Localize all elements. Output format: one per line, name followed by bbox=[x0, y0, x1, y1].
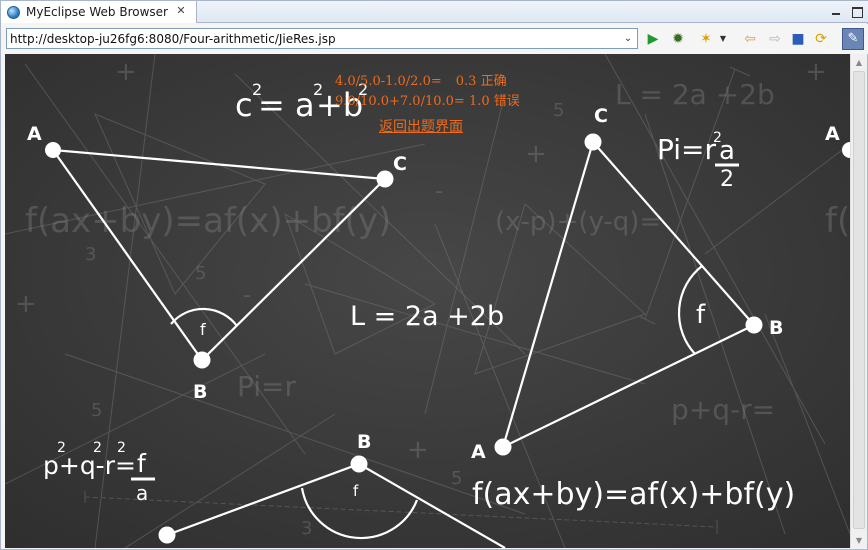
results-list: 4.0/5.0-1.0/2.0= 0.3 正确 9.0/10.0+7.0/10.0… bbox=[335, 72, 535, 112]
bg-digit: 5 bbox=[553, 100, 564, 121]
bg-formula-f: f(ax+by)=af(x)+bf(y) bbox=[25, 201, 391, 241]
formula-f: f(ax+by)=af(x)+bf(y) bbox=[472, 477, 795, 512]
favorite-dropdown-icon[interactable]: ▼ bbox=[718, 30, 728, 48]
tab-web-browser[interactable]: MyEclipse Web Browser ✕ bbox=[1, 1, 197, 23]
maximize-icon[interactable] bbox=[849, 3, 865, 19]
vertical-scrollbar[interactable]: ▲ ▼ bbox=[850, 54, 867, 548]
bg-digit: 5 bbox=[195, 263, 206, 284]
bg-plus: + bbox=[805, 57, 827, 87]
bg-digit: 5 bbox=[91, 400, 102, 421]
bg-minus: - bbox=[243, 283, 251, 308]
result-verdict: 正确 bbox=[480, 74, 507, 89]
vertex-label: A bbox=[471, 441, 486, 463]
formula-c-eq: = a bbox=[258, 86, 315, 124]
bg-plus: + bbox=[15, 289, 37, 319]
formula-L: L = 2a +2b bbox=[350, 301, 504, 332]
back-icon[interactable]: ⇦ bbox=[741, 30, 759, 48]
bg-plus: + bbox=[407, 435, 429, 465]
bg-digit: 5 bbox=[451, 468, 462, 489]
vertex-label: B bbox=[769, 317, 783, 339]
result-verdict: 错误 bbox=[493, 94, 520, 109]
result-expression: 9.0/10.0+7.0/10.0= bbox=[335, 94, 465, 109]
bg-plus: + bbox=[525, 139, 547, 169]
globe-icon bbox=[7, 5, 20, 19]
scroll-thumb[interactable] bbox=[853, 71, 865, 529]
close-icon[interactable]: ✕ bbox=[175, 5, 187, 17]
formula-exp: 2 bbox=[93, 440, 102, 456]
url-dropdown-icon[interactable]: ⌄ bbox=[619, 29, 637, 48]
tab-bar: MyEclipse Web Browser ✕ bbox=[1, 1, 868, 23]
bg-formula-pi: Pi=r bbox=[237, 370, 297, 403]
bg-formula-f-edge: f(ax+by)=af(x)+bf(y) bbox=[825, 201, 850, 241]
vertex-label: A bbox=[825, 123, 840, 145]
vertex-label: C bbox=[594, 105, 608, 127]
scroll-up-icon[interactable]: ▲ bbox=[851, 54, 867, 70]
scroll-down-icon[interactable]: ▼ bbox=[851, 532, 867, 548]
vertex-label: C bbox=[393, 153, 407, 175]
result-answer: 0.3 bbox=[455, 74, 477, 89]
angle-label: f bbox=[200, 320, 206, 339]
url-combo[interactable]: ⌄ bbox=[6, 28, 638, 49]
run-icon[interactable]: ▶ bbox=[644, 30, 662, 48]
result-answer: 1.0 bbox=[468, 94, 490, 109]
debug-icon[interactable]: ✹ bbox=[669, 30, 687, 48]
favorite-icon[interactable]: ✶ bbox=[697, 30, 715, 48]
vertex-label: B bbox=[357, 431, 371, 453]
vertex-label: A bbox=[27, 123, 42, 145]
formula-pi-num: a bbox=[719, 136, 735, 166]
bg-digit: 3 bbox=[301, 518, 312, 539]
bg-formula-pqr: p+q-r= bbox=[671, 393, 775, 426]
result-line: 9.0/10.0+7.0/10.0= 1.0 错误 bbox=[335, 92, 535, 112]
angle-label: f bbox=[696, 300, 706, 330]
refresh-icon[interactable]: ⟳ bbox=[812, 30, 830, 48]
formula-pqr-den: a bbox=[136, 481, 148, 505]
stop-icon[interactable]: ■ bbox=[789, 30, 807, 48]
back-to-quiz-link[interactable]: 返回出题界面 bbox=[379, 116, 463, 136]
bg-formula-xp: (x-p)+(y-q)= bbox=[495, 207, 661, 237]
bg-plus: + bbox=[115, 57, 137, 87]
page-content: f(ax+by)=af(x)+bf(y) (x-p)+(y-q)= L = 2a… bbox=[5, 54, 850, 548]
formula-pi: Pi=r bbox=[657, 133, 717, 166]
browser-window: MyEclipse Web Browser ✕ ⌄ ▶ ✹ ✶ ▼ ⇦ ⇨ ■ … bbox=[0, 0, 868, 550]
bg-minus: - bbox=[435, 179, 443, 204]
minimize-icon[interactable] bbox=[829, 3, 845, 19]
formula-pi-den: 2 bbox=[720, 167, 734, 192]
forward-icon[interactable]: ⇨ bbox=[766, 30, 784, 48]
tool-icon[interactable]: ✎ bbox=[842, 28, 864, 50]
url-input[interactable] bbox=[7, 29, 615, 48]
vertex-label: B bbox=[193, 381, 207, 403]
result-line: 4.0/5.0-1.0/2.0= 0.3 正确 bbox=[335, 72, 535, 92]
browser-toolbar: ⌄ ▶ ✹ ✶ ▼ ⇦ ⇨ ■ ⟳ ✎ bbox=[1, 24, 868, 54]
bg-formula-L: L = 2a +2b bbox=[615, 78, 775, 111]
result-expression: 4.0/5.0-1.0/2.0= bbox=[335, 74, 442, 89]
bg-digit: 3 bbox=[85, 244, 96, 265]
angle-label: f bbox=[353, 482, 359, 500]
tab-title: MyEclipse Web Browser bbox=[26, 5, 168, 19]
formula-exp: 2 bbox=[57, 440, 66, 456]
formula-c-base: c bbox=[235, 86, 253, 124]
formula-pqr-num: f bbox=[137, 449, 147, 478]
formula-exp: 2 bbox=[117, 440, 126, 456]
